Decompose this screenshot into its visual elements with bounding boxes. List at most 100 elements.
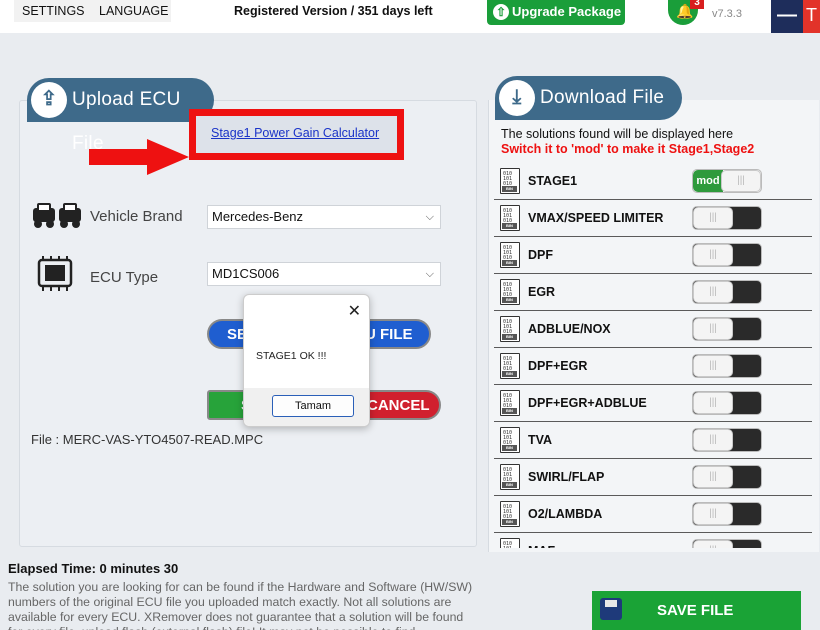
solution-toggle[interactable]: |||: [692, 243, 762, 267]
stage1-power-gain-calculator-link[interactable]: Stage1 Power Gain Calculator: [211, 126, 379, 140]
solution-row: 010 101 010 BIN STAGE1 mod |||: [494, 163, 812, 200]
dialog-message: STAGE1 OK !!!: [256, 350, 327, 362]
uploaded-file-name: File : MERC-VAS-YTO4507-READ.MPC: [31, 432, 264, 447]
solution-row: 010101010BIN MAF |||: [494, 533, 812, 548]
save-file-button[interactable]: SAVE FILE: [592, 591, 801, 630]
toggle-knob: |||: [693, 540, 733, 548]
bin-file-icon: 010101010BIN: [500, 538, 520, 548]
upgrade-package-button[interactable]: ⇧ Upgrade Package: [487, 0, 625, 25]
solution-name: DPF+EGR+ADBLUE: [528, 396, 647, 410]
toggle-knob: |||: [693, 503, 733, 525]
save-file-label: SAVE FILE: [657, 602, 734, 619]
bin-file-icon: 010101010BIN: [500, 168, 520, 194]
solutions-list: 010 101 010 BIN STAGE1 mod ||| 010 101 010 BIN VMAX…: [494, 163, 812, 548]
vehicle-brand-select[interactable]: Mercedes-Benz ⌵: [207, 205, 441, 229]
mod-hint-text: Switch it to 'mod' to make it Stage1,Sta…: [501, 142, 755, 156]
toggle-knob: |||: [693, 281, 733, 303]
solution-toggle[interactable]: |||: [692, 502, 762, 526]
upgrade-arrow-icon: ⇧: [493, 4, 509, 20]
dialog-ok-button[interactable]: Tamam: [272, 395, 354, 417]
bin-file-icon: 010101010BIN: [500, 316, 520, 342]
solution-row: 010 101 010 BIN VMAX/SPEED LIMITER |||: [494, 200, 812, 237]
solution-name: O2/LAMBDA: [528, 507, 603, 521]
toggle-knob: |||: [693, 392, 733, 414]
chevron-down-icon: ⌵: [425, 211, 434, 223]
top-bar: SETTINGS LANGUAGE Registered Version / 3…: [0, 0, 820, 33]
upload-icon: ⇪: [31, 82, 67, 118]
solution-toggle[interactable]: |||: [692, 317, 762, 341]
solution-row: 010 101 010 BIN DPF+EGR+ADBLUE |||: [494, 385, 812, 422]
bin-file-icon: 010101010BIN: [500, 501, 520, 527]
dialog-footer: Tamam: [244, 388, 369, 426]
toggle-knob: |||: [693, 207, 733, 229]
language-menu[interactable]: LANGUAGE: [91, 0, 171, 22]
toggle-knob: |||: [693, 466, 733, 488]
toggle-knob: |||: [693, 355, 733, 377]
solution-name: MAF: [528, 544, 555, 548]
upload-ecu-file-tab[interactable]: ⇪ Upload ECU File: [27, 78, 214, 154]
minimize-button[interactable]: —: [771, 0, 803, 33]
solution-toggle[interactable]: |||: [692, 391, 762, 415]
solution-row: 010 101 010 BIN DPF+EGR |||: [494, 348, 812, 385]
bin-file-icon: 010101010BIN: [500, 279, 520, 305]
calculator-highlight-box: Stage1 Power Gain Calculator: [189, 109, 404, 160]
solutions-info-text: The solutions found will be displayed he…: [501, 127, 734, 141]
solution-row: 010 101 010 BIN EGR |||: [494, 274, 812, 311]
notification-badge: 3: [690, 0, 704, 9]
solution-toggle[interactable]: |||: [692, 465, 762, 489]
dialog-close-icon[interactable]: ✕: [348, 301, 361, 321]
solution-toggle[interactable]: |||: [692, 539, 762, 548]
bin-file-icon: 010101010BIN: [500, 427, 520, 453]
solution-toggle[interactable]: |||: [692, 280, 762, 304]
bin-file-icon: 010101010BIN: [500, 464, 520, 490]
solution-notice-text: The solution you are looking for can be …: [8, 580, 473, 630]
toggle-knob: |||: [693, 318, 733, 340]
registration-status: Registered Version / 351 days left: [234, 4, 433, 18]
solution-name: EGR: [528, 285, 556, 299]
solution-row: 010 101 010 BIN DPF |||: [494, 237, 812, 274]
solution-name: SWIRL/FLAP: [528, 470, 605, 484]
solution-name: VMAX/SPEED LIMITER: [528, 211, 664, 225]
solution-toggle[interactable]: mod |||: [692, 169, 762, 193]
toggle-mod-label: mod: [693, 170, 723, 192]
elapsed-time: Elapsed Time: 0 minutes 30: [8, 561, 179, 576]
toggle-knob: |||: [693, 244, 733, 266]
settings-menu[interactable]: SETTINGS: [14, 0, 94, 22]
upgrade-package-label: Upgrade Package: [512, 4, 622, 19]
solution-name: DPF: [528, 248, 553, 262]
version-label: v7.3.3: [712, 8, 742, 20]
vehicle-brand-label: Vehicle Brand: [90, 208, 183, 225]
download-icon: ⤓: [499, 80, 535, 116]
toggle-knob: |||: [693, 429, 733, 451]
bin-file-icon: 010101010BIN: [500, 205, 520, 231]
solution-name: STAGE1: [528, 174, 578, 188]
solution-name: ADBLUE/NOX: [528, 322, 611, 336]
chevron-down-icon: ⌵: [425, 268, 434, 280]
bin-file-icon: 010101010BIN: [500, 242, 520, 268]
solution-toggle[interactable]: |||: [692, 206, 762, 230]
ecu-type-select[interactable]: MD1CS006 ⌵: [207, 262, 441, 286]
ecu-type-value: MD1CS006: [212, 266, 280, 281]
red-arrow-icon: [89, 139, 189, 175]
solution-row: 010 101 010 BIN O2/LAMBDA |||: [494, 496, 812, 533]
select-button-right-text: U FILE: [365, 326, 413, 343]
toggle-knob: |||: [721, 170, 761, 192]
message-dialog: ✕ STAGE1 OK !!! Tamam: [243, 294, 370, 427]
solution-toggle[interactable]: |||: [692, 428, 762, 452]
download-file-tab[interactable]: ⤓ Download File: [495, 76, 682, 120]
close-window-button[interactable]: T: [803, 0, 820, 33]
solution-toggle[interactable]: |||: [692, 354, 762, 378]
cancel-button-text: CANCEL: [367, 397, 430, 414]
solution-row: 010 101 010 BIN SWIRL/FLAP |||: [494, 459, 812, 496]
vehicle-brand-value: Mercedes-Benz: [212, 209, 304, 224]
solution-row: 010 101 010 BIN ADBLUE/NOX |||: [494, 311, 812, 348]
solution-name: DPF+EGR: [528, 359, 588, 373]
floppy-disk-icon: [600, 598, 622, 620]
download-tab-title: Download File: [540, 87, 665, 108]
ecu-type-label: ECU Type: [90, 269, 159, 286]
bin-file-icon: 010101010BIN: [500, 390, 520, 416]
vehicles-icon: [33, 203, 81, 228]
ecu-chip-icon: [37, 256, 73, 291]
solution-name: TVA: [528, 433, 553, 447]
solution-row: 010 101 010 BIN TVA |||: [494, 422, 812, 459]
